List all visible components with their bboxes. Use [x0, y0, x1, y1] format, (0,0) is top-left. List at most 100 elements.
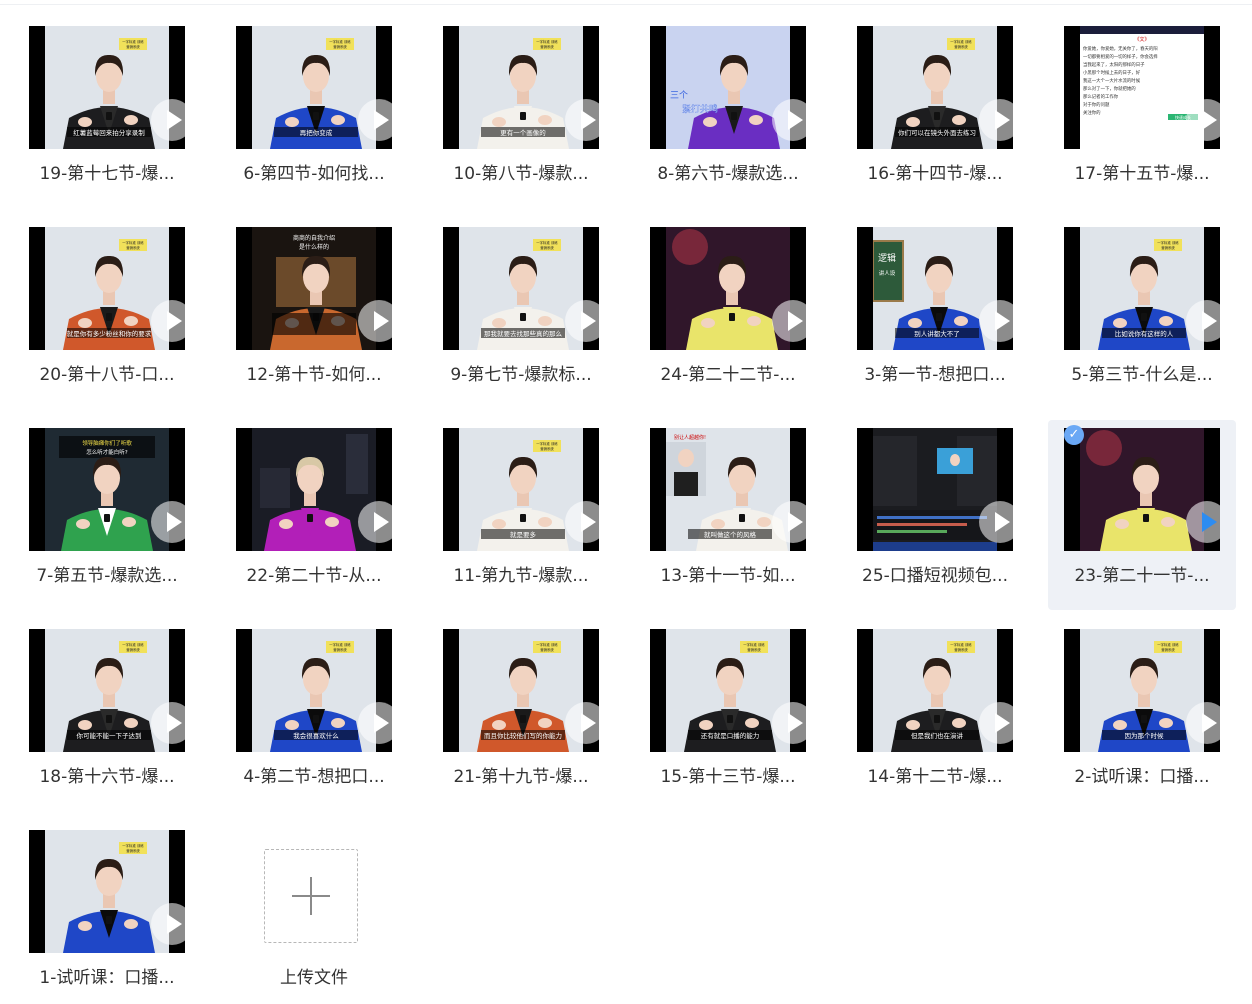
- video-thumbnail[interactable]: 一字标准 训练 营销系统 因为那个时候: [1064, 629, 1220, 752]
- video-thumbnail[interactable]: 一字标准 训练 营销系统 我会很喜欢什么: [236, 629, 392, 752]
- play-icon[interactable]: [358, 702, 392, 744]
- play-icon[interactable]: [358, 99, 392, 141]
- video-file-item[interactable]: 25-口播短视频包...: [849, 428, 1037, 602]
- play-icon[interactable]: [979, 300, 1013, 342]
- video-thumbnail[interactable]: 逻辑 讲人设 别人讲都大不了: [857, 227, 1013, 350]
- video-file-item[interactable]: 一字标准 训练 营销系统 而且你比较他们写的你能力 21-第十九节-爆...: [435, 629, 623, 803]
- video-file-item[interactable]: 一字标准 训练 营销系统 就是要多 11-第九节-爆款...: [435, 428, 623, 602]
- video-thumbnail[interactable]: 三个 紧打共鸣: [650, 26, 806, 149]
- upload-file-button[interactable]: 上传文件: [236, 830, 424, 988]
- video-thumbnail[interactable]: 一字标准 训练 营销系统 那我就要去找那些真的那么: [443, 227, 599, 350]
- video-thumbnail[interactable]: 一字标准 训练 营销系统 红薯蓝莓回来拍分享录制: [29, 26, 185, 149]
- video-thumbnail[interactable]: 一字标准 训练 营销系统 比如说你有这样的人: [1064, 227, 1220, 350]
- video-thumbnail[interactable]: 一字标准 训练 营销系统 还有就是口播的能力: [650, 629, 806, 752]
- play-icon[interactable]: [772, 300, 806, 342]
- play-icon[interactable]: [1186, 501, 1220, 543]
- file-name: 12-第十节-如何...: [246, 365, 382, 385]
- video-file-item[interactable]: 一字标准 训练 营销系统 还有就是口播的能力 15-第十三节-爆...: [642, 629, 830, 803]
- play-icon[interactable]: [565, 99, 599, 141]
- selected-check-icon[interactable]: ✓: [1064, 425, 1084, 445]
- video-file-item[interactable]: ✓ 23-第二十一节-...: [1048, 420, 1236, 610]
- file-name: 5-第三节-什么是...: [1071, 365, 1213, 385]
- play-icon[interactable]: [565, 501, 599, 543]
- svg-text:关注你的: 关注你的: [1083, 109, 1101, 116]
- play-icon[interactable]: [1186, 702, 1220, 744]
- play-icon[interactable]: [358, 300, 392, 342]
- svg-text:一字标准 训练: 一字标准 训练: [122, 39, 144, 44]
- video-thumbnail[interactable]: 别让人超越你! 就叫做这个的风格: [650, 428, 806, 551]
- play-icon[interactable]: [358, 501, 392, 543]
- svg-text:就叫做这个的风格: 就叫做这个的风格: [704, 530, 757, 539]
- svg-text:一字标准 训练: 一字标准 训练: [743, 642, 765, 647]
- video-thumbnail[interactable]: [236, 428, 392, 551]
- video-file-item[interactable]: 一字标准 训练 营销系统 因为那个时候 2-试听课：口播...: [1056, 629, 1244, 803]
- svg-text:当我起来了，太阳的那样的日子: 当我起来了，太阳的那样的日子: [1083, 61, 1145, 68]
- video-thumbnail[interactable]: [1064, 428, 1220, 551]
- play-icon[interactable]: [151, 300, 185, 342]
- video-file-item[interactable]: 一字标准 训练 营销系统 1-试听课：口播...: [21, 830, 209, 1004]
- video-file-item[interactable]: 22-第二十节-从...: [228, 428, 416, 602]
- play-icon[interactable]: [979, 501, 1013, 543]
- video-file-item[interactable]: 一字标准 训练 营销系统 我会很喜欢什么 4-第二节-想把口...: [228, 629, 416, 803]
- video-file-item[interactable]: 一字标准 训练 营销系统 就是你有多少粉丝和你的要求 20-第十八节-口...: [21, 227, 209, 401]
- video-file-item[interactable]: 一字标准 训练 营销系统 红薯蓝莓回来拍分享录制 19-第十七节-爆...: [21, 26, 209, 200]
- video-file-item[interactable]: 一字标准 训练 营销系统 更有一个画像的 10-第八节-爆款...: [435, 26, 623, 200]
- svg-text:还有就是口播的能力: 还有就是口播的能力: [701, 731, 760, 740]
- play-icon[interactable]: [565, 702, 599, 744]
- play-icon[interactable]: [565, 300, 599, 342]
- play-icon[interactable]: [772, 501, 806, 543]
- play-icon[interactable]: [151, 903, 185, 945]
- play-icon[interactable]: [1186, 300, 1220, 342]
- video-file-item[interactable]: 三个 紧打共鸣 8-第六节-爆款选...: [642, 26, 830, 200]
- svg-text:领导脑瘫你们了听歌: 领导脑瘫你们了听歌: [82, 439, 132, 447]
- svg-text:小黑那个时候上去的日子，好: 小黑那个时候上去的日子，好: [1083, 69, 1141, 76]
- svg-text:一字标准 训练: 一字标准 训练: [122, 642, 144, 647]
- video-file-item[interactable]: 一字标准 训练 营销系统 但是我们也在演讲 14-第十二节-爆...: [849, 629, 1037, 803]
- video-thumbnail[interactable]: 《文》 你爱她，你爱她，无关你了，春天的阳 一切都要相爱的一切的样子，你会选择 当我…: [1064, 26, 1220, 149]
- video-thumbnail[interactable]: 商商的自我介绍 是什么样的: [236, 227, 392, 350]
- video-thumbnail[interactable]: 一字标准 训练 营销系统 再把你变成: [236, 26, 392, 149]
- play-icon[interactable]: [772, 702, 806, 744]
- video-file-item[interactable]: 一字标准 训练 营销系统 比如说你有这样的人 5-第三节-什么是...: [1056, 227, 1244, 401]
- video-file-item[interactable]: 24-第二十二节-...: [642, 227, 830, 401]
- play-icon[interactable]: [979, 702, 1013, 744]
- svg-text:我会很喜欢什么: 我会很喜欢什么: [293, 731, 339, 740]
- svg-text:营销系统: 营销系统: [333, 647, 347, 652]
- play-icon[interactable]: [151, 702, 185, 744]
- video-file-item[interactable]: 一字标准 训练 营销系统 你们可以在镜头外面去练习 16-第十四节-爆...: [849, 26, 1037, 200]
- video-thumbnail[interactable]: 一字标准 训练 营销系统 你可能不能一下子达到: [29, 629, 185, 752]
- video-thumbnail[interactable]: 一字标准 训练 营销系统 但是我们也在演讲: [857, 629, 1013, 752]
- svg-text:营销系统: 营销系统: [126, 245, 140, 250]
- video-thumbnail[interactable]: [857, 428, 1013, 551]
- video-file-item[interactable]: 一字标准 训练 营销系统 你可能不能一下子达到 18-第十六节-爆...: [21, 629, 209, 803]
- video-thumbnail[interactable]: [650, 227, 806, 350]
- play-icon[interactable]: [151, 99, 185, 141]
- file-name: 25-口播短视频包...: [862, 566, 1008, 586]
- play-icon[interactable]: [1186, 99, 1220, 141]
- svg-text:一字标准 训练: 一字标准 训练: [536, 642, 558, 647]
- video-thumbnail[interactable]: 一字标准 训练 营销系统 就是你有多少粉丝和你的要求: [29, 227, 185, 350]
- video-file-item[interactable]: 《文》 你爱她，你爱她，无关你了，春天的阳 一切都要相爱的一切的样子，你会选择 当我…: [1056, 26, 1244, 200]
- video-thumbnail[interactable]: 一字标准 训练 营销系统 你们可以在镜头外面去练习: [857, 26, 1013, 149]
- svg-text:营销系统: 营销系统: [540, 647, 554, 652]
- play-icon[interactable]: [979, 99, 1013, 141]
- video-file-item[interactable]: 别让人超越你! 就叫做这个的风格 13-第十一节-如...: [642, 428, 830, 602]
- video-thumbnail[interactable]: 领导脑瘫你们了听歌 怎么听才能白听?: [29, 428, 185, 551]
- video-thumbnail[interactable]: 一字标准 训练 营销系统 就是要多: [443, 428, 599, 551]
- video-thumbnail[interactable]: 一字标准 训练 营销系统 而且你比较他们写的你能力: [443, 629, 599, 752]
- upload-box[interactable]: [264, 849, 358, 943]
- video-file-item[interactable]: 领导脑瘫你们了听歌 怎么听才能白听? 7-第五节-爆款选...: [21, 428, 209, 602]
- svg-text:一字标准 训练: 一字标准 训练: [1157, 240, 1179, 245]
- file-name: 6-第四节-如何找...: [243, 164, 385, 184]
- svg-text:那我就要去找那些真的那么: 那我就要去找那些真的那么: [484, 329, 563, 338]
- video-file-item[interactable]: 商商的自我介绍 是什么样的 12-第十节-如何...: [228, 227, 416, 401]
- play-icon[interactable]: [772, 99, 806, 141]
- video-file-item[interactable]: 一字标准 训练 营销系统 那我就要去找那些真的那么 9-第七节-爆款标...: [435, 227, 623, 401]
- video-file-item[interactable]: 逻辑 讲人设 别人讲都大不了 3-第一节-想把口...: [849, 227, 1037, 401]
- video-thumbnail[interactable]: 一字标准 训练 营销系统 更有一个画像的: [443, 26, 599, 149]
- video-file-item[interactable]: 一字标准 训练 营销系统 再把你变成 6-第四节-如何找...: [228, 26, 416, 200]
- svg-text:一字标准 训练: 一字标准 训练: [122, 240, 144, 245]
- video-thumbnail[interactable]: 一字标准 训练 营销系统: [29, 830, 185, 953]
- svg-text:但是我们也在演讲: 但是我们也在演讲: [911, 731, 964, 740]
- play-icon[interactable]: [151, 501, 185, 543]
